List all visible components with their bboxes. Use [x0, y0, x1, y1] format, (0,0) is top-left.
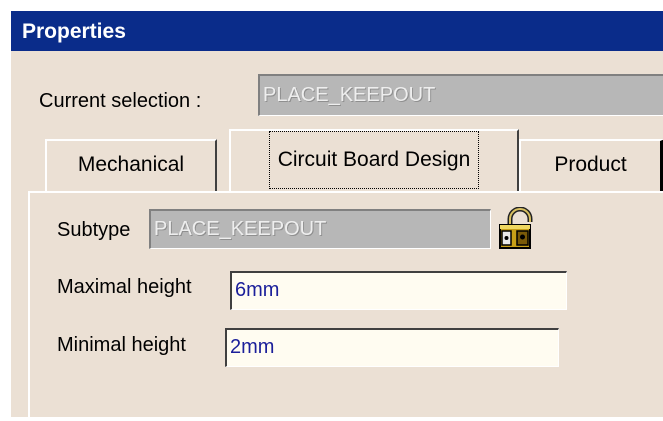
maximal-height-input[interactable]: 6mm — [230, 271, 567, 310]
minimal-height-label: Minimal height — [57, 334, 186, 356]
padlock-icon[interactable] — [495, 207, 539, 251]
tab-mechanical[interactable]: Mechanical — [45, 139, 217, 191]
tab-mechanical-label: Mechanical — [77, 153, 185, 176]
subtype-field: PLACE_KEEPOUT — [149, 209, 491, 249]
maximal-height-label: Maximal height — [57, 276, 192, 298]
tab-circuit-board-design[interactable]: Circuit Board Design — [229, 129, 519, 193]
tab-product[interactable]: Product — [519, 139, 663, 191]
title-bar[interactable]: Properties — [11, 11, 663, 51]
tab-product-label: Product — [554, 153, 627, 176]
window-title: Properties — [22, 20, 126, 43]
subtype-label: Subtype — [57, 219, 131, 241]
tab-circuit-board-design-label: Circuit Board Design — [268, 131, 480, 189]
current-selection-label: Current selection : — [39, 90, 202, 112]
current-selection-field: PLACE_KEEPOUT — [258, 74, 663, 116]
minimal-height-input[interactable]: 2mm — [225, 328, 559, 367]
properties-dialog: Properties Current selection : PLACE_KEE… — [9, 9, 663, 421]
